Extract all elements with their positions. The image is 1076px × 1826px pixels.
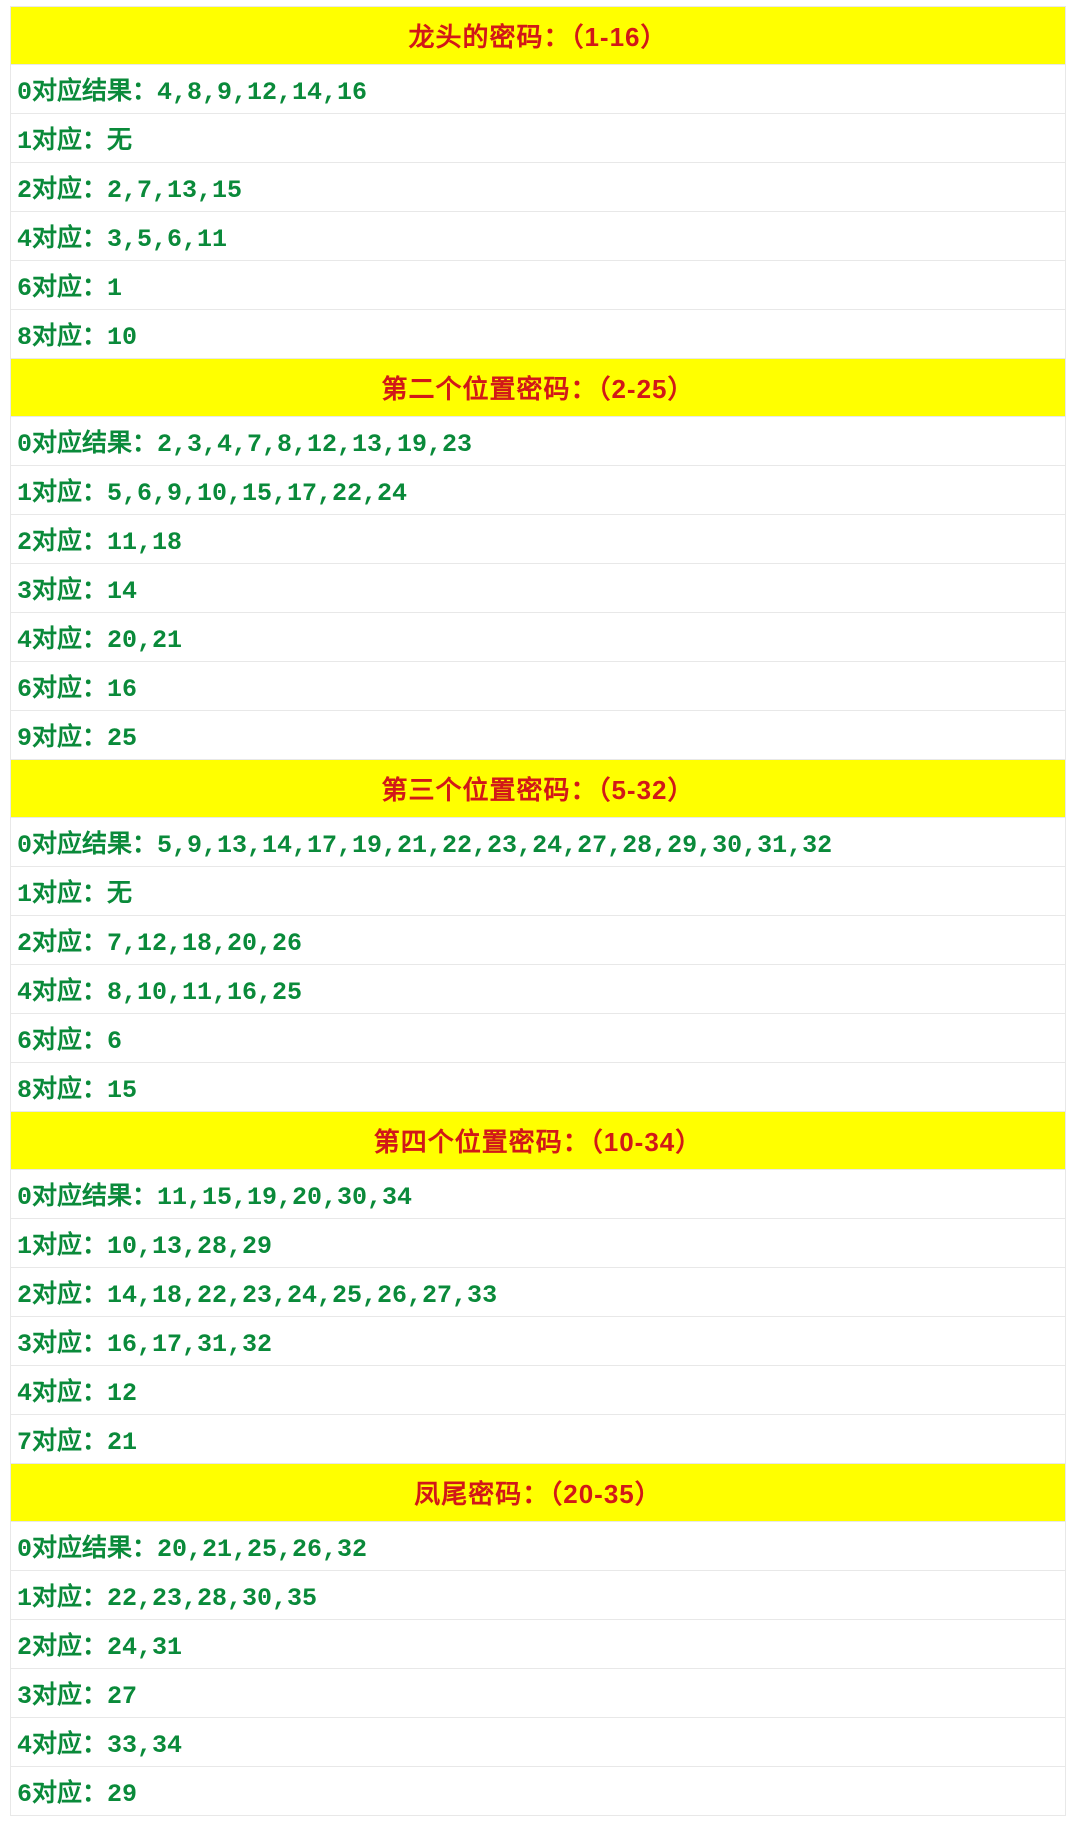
data-row: 4对应：12 xyxy=(10,1366,1066,1415)
section-header: 第三个位置密码：（5-32） xyxy=(10,760,1066,817)
data-row: 7对应：21 xyxy=(10,1415,1066,1464)
data-row: 8对应：15 xyxy=(10,1063,1066,1112)
data-row: 2对应：14,18,22,23,24,25,26,27,33 xyxy=(10,1268,1066,1317)
data-row: 6对应：29 xyxy=(10,1767,1066,1816)
data-row: 1对应：10,13,28,29 xyxy=(10,1219,1066,1268)
data-row: 6对应：1 xyxy=(10,261,1066,310)
data-row: 0对应结果：11,15,19,20,30,34 xyxy=(10,1169,1066,1219)
section: 凤尾密码：（20-35）0对应结果：20,21,25,26,321对应：22,2… xyxy=(10,1464,1066,1816)
data-row: 8对应：10 xyxy=(10,310,1066,359)
data-row: 1对应：22,23,28,30,35 xyxy=(10,1571,1066,1620)
data-row: 4对应：3,5,6,11 xyxy=(10,212,1066,261)
data-row: 9对应：25 xyxy=(10,711,1066,760)
data-row: 0对应结果：2,3,4,7,8,12,13,19,23 xyxy=(10,416,1066,466)
data-row: 0对应结果：4,8,9,12,14,16 xyxy=(10,64,1066,114)
section: 第二个位置密码：（2-25）0对应结果：2,3,4,7,8,12,13,19,2… xyxy=(10,359,1066,760)
section-header: 第四个位置密码：（10-34） xyxy=(10,1112,1066,1169)
data-row: 1对应：无 xyxy=(10,114,1066,163)
data-row: 1对应：无 xyxy=(10,867,1066,916)
section-header: 凤尾密码：（20-35） xyxy=(10,1464,1066,1521)
section: 第四个位置密码：（10-34）0对应结果：11,15,19,20,30,341对… xyxy=(10,1112,1066,1464)
data-row: 1对应：5,6,9,10,15,17,22,24 xyxy=(10,466,1066,515)
page-container: 龙头的密码：（1-16）0对应结果：4,8,9,12,14,161对应：无2对应… xyxy=(0,0,1076,1826)
data-row: 2对应：7,12,18,20,26 xyxy=(10,916,1066,965)
data-row: 4对应：20,21 xyxy=(10,613,1066,662)
data-row: 6对应：16 xyxy=(10,662,1066,711)
data-row: 0对应结果：20,21,25,26,32 xyxy=(10,1521,1066,1571)
data-row: 0对应结果：5,9,13,14,17,19,21,22,23,24,27,28,… xyxy=(10,817,1066,867)
data-row: 3对应：16,17,31,32 xyxy=(10,1317,1066,1366)
data-row: 2对应：11,18 xyxy=(10,515,1066,564)
data-row: 2对应：24,31 xyxy=(10,1620,1066,1669)
data-row: 6对应：6 xyxy=(10,1014,1066,1063)
data-row: 4对应：8,10,11,16,25 xyxy=(10,965,1066,1014)
section-header: 龙头的密码：（1-16） xyxy=(10,6,1066,64)
section: 第三个位置密码：（5-32）0对应结果：5,9,13,14,17,19,21,2… xyxy=(10,760,1066,1112)
data-row: 4对应：33,34 xyxy=(10,1718,1066,1767)
section-header: 第二个位置密码：（2-25） xyxy=(10,359,1066,416)
section: 龙头的密码：（1-16）0对应结果：4,8,9,12,14,161对应：无2对应… xyxy=(10,6,1066,359)
data-row: 3对应：14 xyxy=(10,564,1066,613)
data-row: 2对应：2,7,13,15 xyxy=(10,163,1066,212)
data-row: 3对应：27 xyxy=(10,1669,1066,1718)
